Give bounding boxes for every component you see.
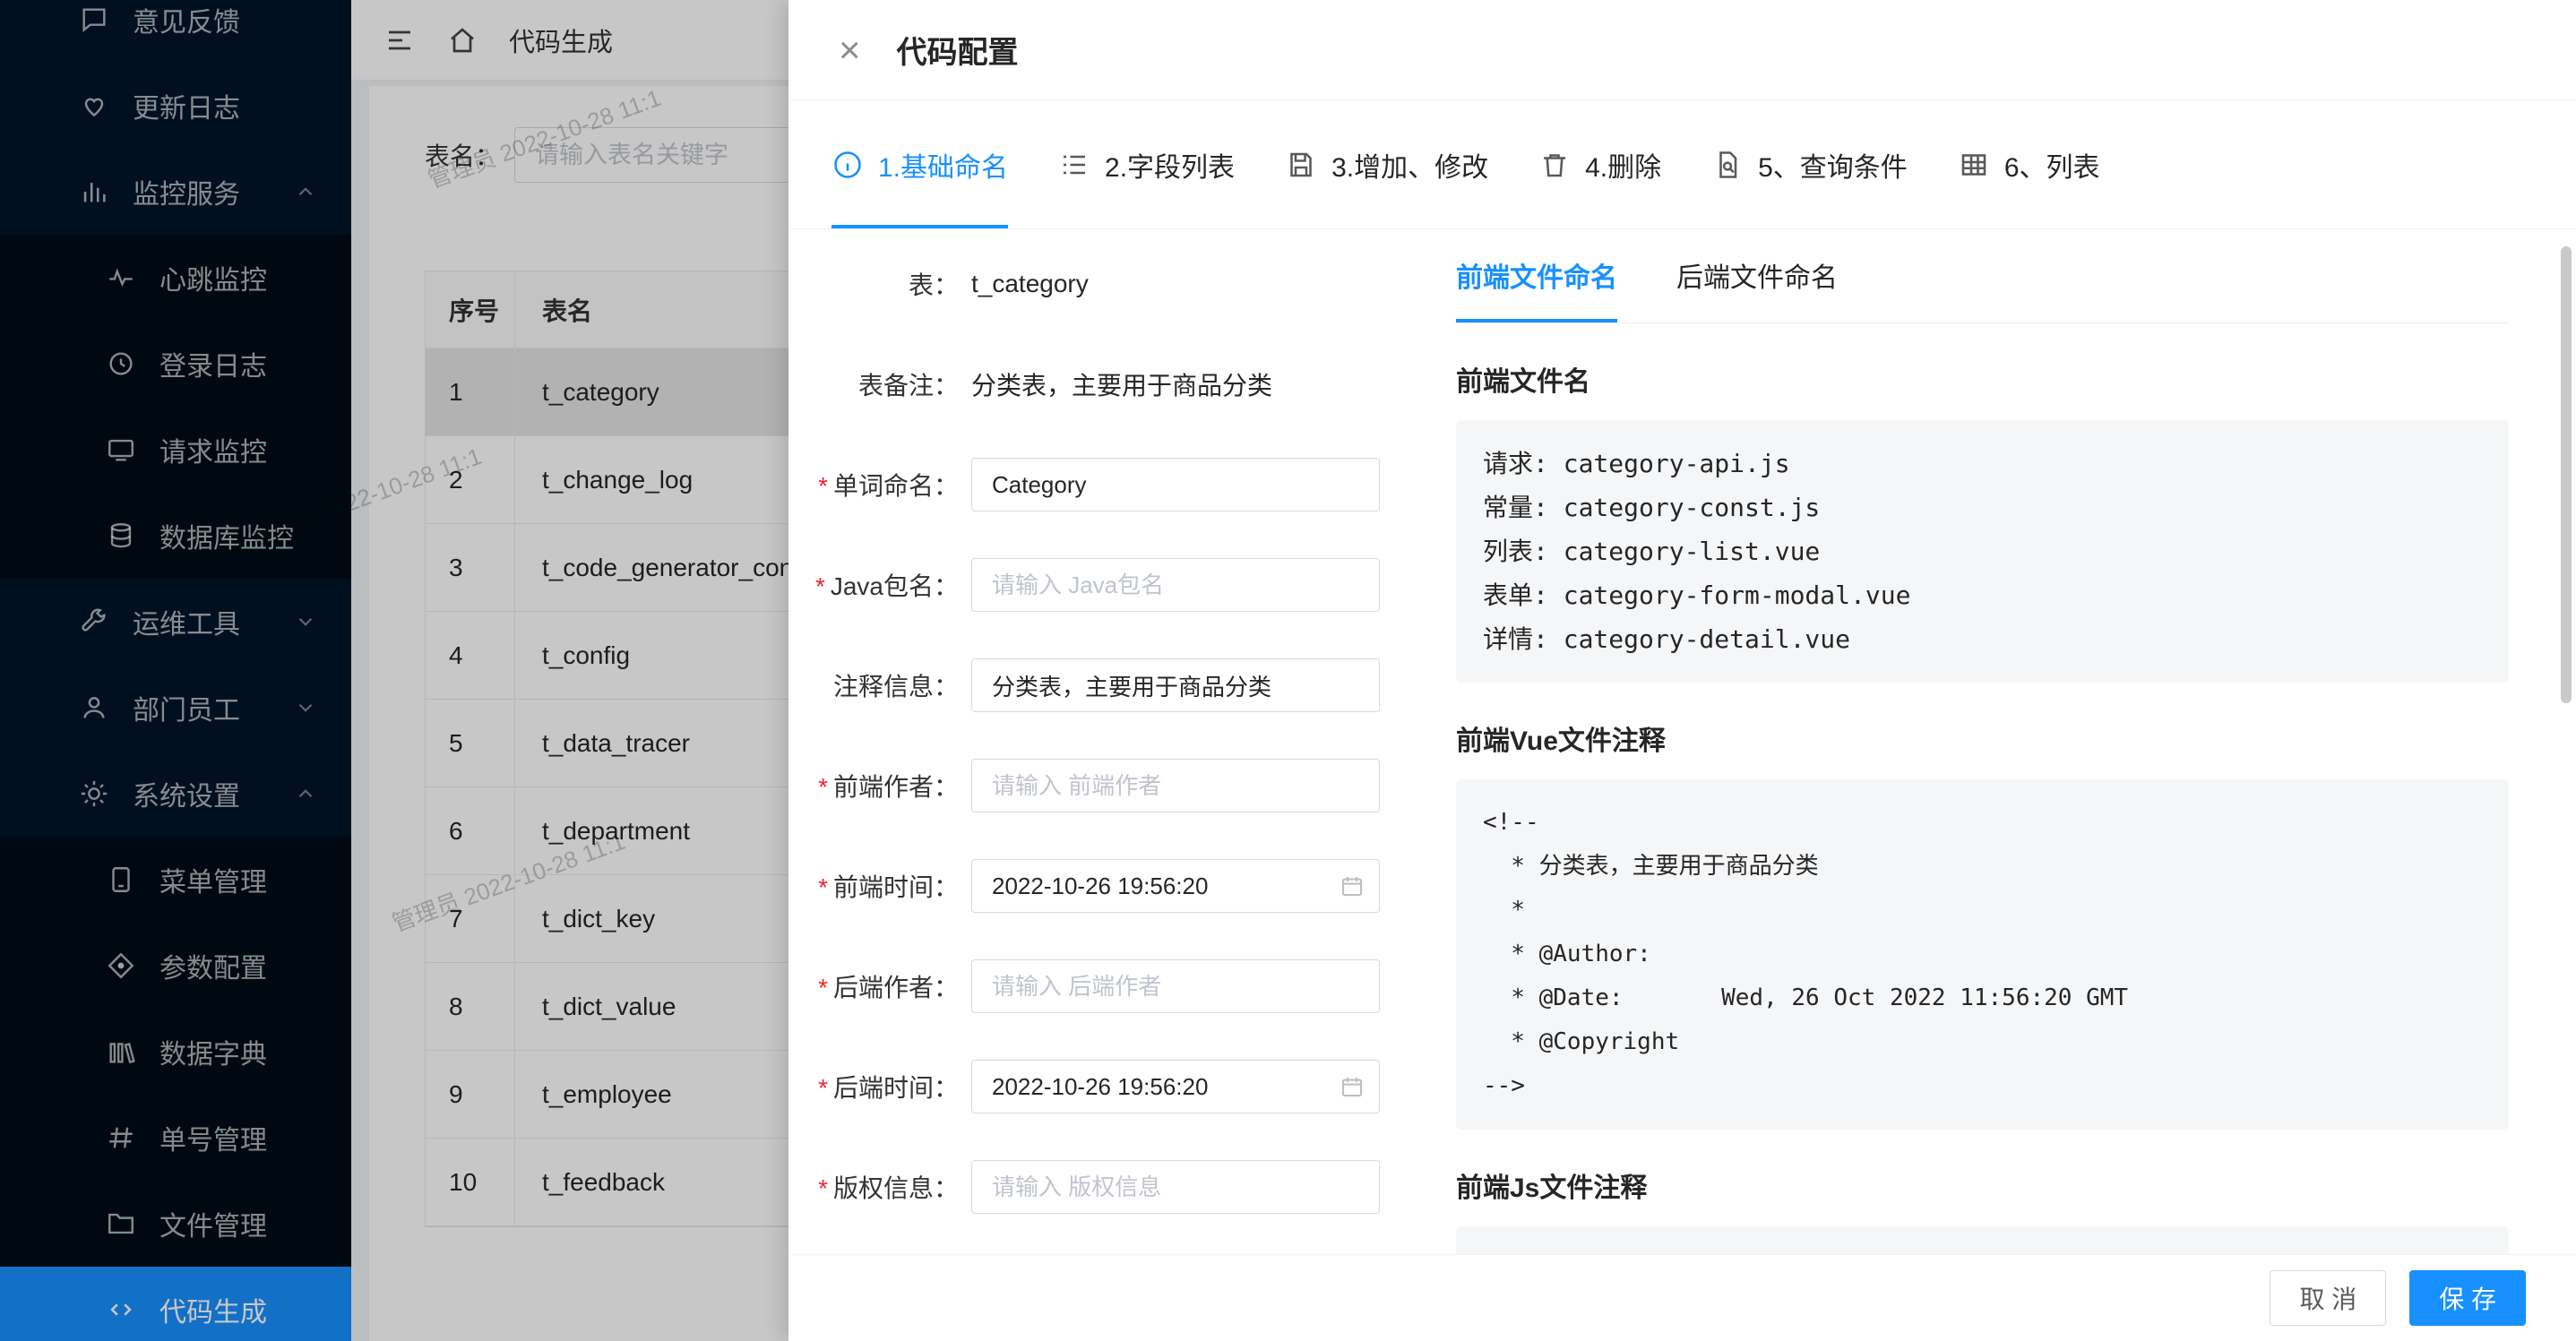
- config-steps-bar: 1.基础命名 2.字段列表 3.增加、修改 4.删除 5、查询条件 6、列表: [788, 100, 2576, 229]
- drawer-header: × 代码配置: [788, 0, 2576, 100]
- step-query-conditions[interactable]: 5、查询条件: [1711, 100, 1908, 228]
- step-label: 6、列表: [2004, 145, 2100, 185]
- form-row-word-naming: 单词命名：: [788, 434, 1456, 535]
- file-naming-tabs: 前端文件命名 后端文件命名: [1456, 230, 2509, 323]
- list-icon: [1058, 149, 1090, 181]
- close-drawer-icon[interactable]: ×: [839, 31, 861, 69]
- backend-time-label: 后端时间：: [788, 1069, 959, 1105]
- drawer-mask[interactable]: [0, 0, 788, 1341]
- frontend-vue-comment-box: <!-- * 分类表，主要用于商品分类 * * @Author: * @Date…: [1456, 779, 2509, 1130]
- table-label: 表：: [788, 266, 959, 302]
- form-row-java-package: Java包名：: [788, 535, 1456, 635]
- frontend-filenames-box: 请求: category-api.js 常量: category-const.j…: [1456, 420, 2509, 683]
- form-row-frontend-time: 前端时间：: [788, 836, 1456, 936]
- comment-info-label: 注释信息：: [788, 667, 959, 703]
- table-value: t_category: [971, 270, 1089, 298]
- calendar-icon[interactable]: [1339, 1073, 1366, 1100]
- step-delete[interactable]: 4.删除: [1538, 100, 1661, 228]
- step-label: 3.增加、修改: [1331, 145, 1488, 185]
- info-circle-icon: [831, 149, 864, 181]
- step-label: 2.字段列表: [1105, 145, 1235, 185]
- file-naming-panel: 前端文件命名 后端文件命名 前端文件名 请求: category-api.js …: [1456, 230, 2509, 1254]
- copyright-input[interactable]: [971, 1160, 1380, 1214]
- step-basic-naming[interactable]: 1.基础命名: [831, 100, 1008, 228]
- step-label: 5、查询条件: [1758, 145, 1908, 185]
- form-row-backend-author: 后端作者：: [788, 936, 1456, 1036]
- java-package-input[interactable]: [971, 558, 1380, 612]
- save-disk-icon: [1285, 149, 1317, 181]
- backend-time-input[interactable]: [971, 1060, 1380, 1113]
- frontend-vue-comment-heading: 前端Vue文件注释: [1456, 718, 2509, 758]
- word-naming-label: 单词命名：: [788, 467, 959, 503]
- backend-author-input[interactable]: [971, 959, 1380, 1013]
- remark-label: 表备注：: [788, 366, 959, 402]
- word-naming-input[interactable]: [971, 458, 1380, 511]
- step-add-modify[interactable]: 3.增加、修改: [1285, 100, 1488, 228]
- drawer-body: 表： t_category 表备注： 分类表，主要用于商品分类 单词命名： Ja…: [788, 230, 2576, 1254]
- drawer-footer: 取 消 保 存: [788, 1254, 2576, 1341]
- step-field-list[interactable]: 2.字段列表: [1058, 100, 1235, 228]
- form-row-comment-info: 注释信息：: [788, 635, 1456, 735]
- calendar-icon[interactable]: [1339, 873, 1366, 899]
- frontend-filenames-heading: 前端文件名: [1456, 359, 2509, 399]
- frontend-author-input[interactable]: [971, 759, 1380, 812]
- step-label: 4.删除: [1585, 145, 1661, 185]
- comment-info-input[interactable]: [971, 658, 1380, 712]
- cancel-button[interactable]: 取 消: [2270, 1270, 2386, 1326]
- table-grid-icon: [1958, 149, 1990, 181]
- step-label: 1.基础命名: [878, 145, 1008, 185]
- step-list-view[interactable]: 6、列表: [1958, 100, 2100, 228]
- form-row-table: 表： t_category: [788, 234, 1456, 334]
- form-row-frontend-author: 前端作者：: [788, 735, 1456, 836]
- save-button[interactable]: 保 存: [2409, 1270, 2526, 1326]
- trash-icon: [1538, 149, 1571, 181]
- backend-author-label: 后端作者：: [788, 968, 959, 1004]
- tab-backend-file-naming[interactable]: 后端文件命名: [1676, 230, 1838, 322]
- frontend-js-comment-box: /* * 分类表，主要用于商品分类 * * @Author:: [1456, 1226, 2509, 1254]
- frontend-time-input[interactable]: [971, 859, 1380, 913]
- file-search-icon: [1711, 149, 1744, 181]
- copyright-label: 版权信息：: [788, 1169, 959, 1205]
- remark-value: 分类表，主要用于商品分类: [971, 366, 1272, 402]
- form-row-remark: 表备注： 分类表，主要用于商品分类: [788, 334, 1456, 434]
- frontend-time-label: 前端时间：: [788, 868, 959, 904]
- app-root: 代码生成 菜单管理 × 参数配置 × 表名： 序号 表名: [0, 0, 2576, 1341]
- tab-frontend-file-naming[interactable]: 前端文件命名: [1456, 230, 1617, 322]
- drawer-title: 代码配置: [897, 28, 1019, 72]
- frontend-js-comment-heading: 前端Js文件注释: [1456, 1165, 2509, 1205]
- java-package-label: Java包名：: [788, 567, 959, 603]
- frontend-author-label: 前端作者：: [788, 768, 959, 804]
- basic-naming-form: 表： t_category 表备注： 分类表，主要用于商品分类 单词命名： Ja…: [788, 234, 1456, 1237]
- form-row-copyright: 版权信息：: [788, 1137, 1456, 1237]
- code-config-drawer: × 代码配置 1.基础命名 2.字段列表 3.增加、修改 4.删除 5: [788, 0, 2576, 1341]
- drawer-scrollbar-thumb[interactable]: [2561, 246, 2572, 703]
- form-row-backend-time: 后端时间：: [788, 1036, 1456, 1137]
